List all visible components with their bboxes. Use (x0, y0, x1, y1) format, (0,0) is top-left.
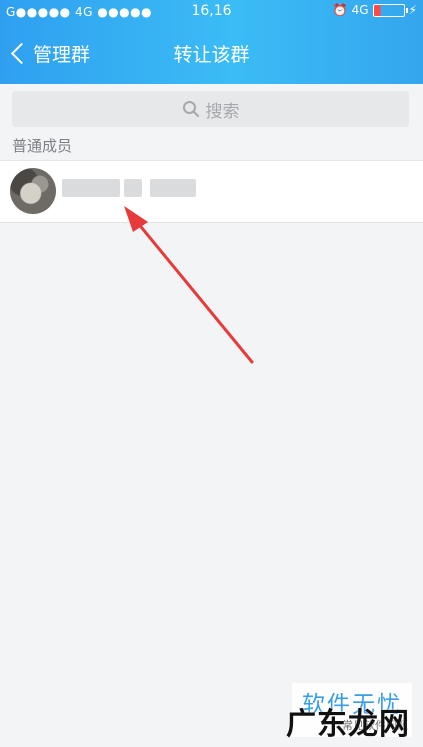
search-input[interactable]: 搜索 (12, 91, 409, 127)
blurred-name (62, 179, 120, 197)
status-bar: G●●●●● 4G ●●●●● 16,16 ⏰ 4G ⚡ (0, 0, 423, 24)
alarm-icon: ⏰ (332, 3, 348, 17)
blurred-name (124, 179, 142, 197)
status-icons: ⏰ 4G ⚡ (333, 3, 417, 17)
page-title: 转让该群 (173, 44, 250, 66)
section-title: 普通成员 (12, 137, 73, 155)
charging-icon: ⚡ (408, 3, 417, 17)
search-placeholder: 搜索 (205, 101, 240, 122)
search-icon (182, 101, 199, 117)
watermark: 软件无忧 常见软件问题 广东龙网 (286, 683, 412, 742)
battery-icon (372, 3, 408, 17)
member-list-item[interactable] (0, 160, 423, 223)
avatar (10, 168, 56, 214)
blurred-name (150, 179, 196, 197)
watermark-line3: 广东龙网 (286, 707, 410, 742)
network-label: 4G (351, 3, 369, 17)
top-bar: G●●●●● 4G ●●●●● 16,16 ⏰ 4G ⚡ 管理群 转让该群 (0, 0, 423, 84)
